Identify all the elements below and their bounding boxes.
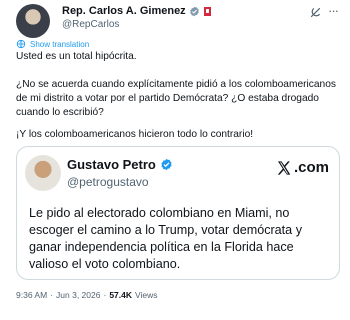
tweet-meta: 9:36 AM · Jun 3, 2026 · 57.4K Views: [16, 290, 158, 300]
views-label: Views: [135, 290, 158, 300]
author-avatar[interactable]: [16, 4, 50, 38]
tweet-header: Rep. Carlos A. Gimenez @RepCarlos ···: [16, 2, 342, 42]
tweet-paragraph: ¡Y los colomboamericanos hicieron todo l…: [16, 129, 254, 140]
quote-author-handle[interactable]: @petrogustavo: [67, 175, 149, 189]
show-translation-link[interactable]: Show translation: [16, 39, 89, 49]
globe-icon: [16, 39, 26, 49]
author-handle[interactable]: @RepCarlos: [62, 19, 119, 30]
show-translation-label: Show translation: [30, 39, 90, 49]
more-options-icon[interactable]: ···: [328, 4, 342, 19]
verified-badge-icon: [161, 158, 172, 171]
quote-author-name[interactable]: Gustavo Petro: [67, 157, 156, 172]
quote-author-avatar[interactable]: [25, 155, 61, 191]
quote-author-name-row: Gustavo Petro: [67, 157, 173, 172]
x-com-source: .com: [276, 159, 329, 176]
flag-icon: [203, 6, 211, 16]
quote-text: Le pido al electorado colombiano en Miam…: [29, 206, 302, 271]
quoted-tweet-card[interactable]: Gustavo Petro @petrogustavo .com Le pido…: [16, 146, 340, 280]
meta-separator: ·: [103, 290, 107, 300]
author-name-row: Rep. Carlos A. Gimenez: [62, 5, 211, 17]
tweet-paragraph: ¿No se acuerda cuando explícitamente pid…: [16, 79, 336, 118]
verified-badge-icon: [189, 6, 199, 16]
tweet-time[interactable]: 9:36 AM: [16, 290, 47, 300]
author-name[interactable]: Rep. Carlos A. Gimenez: [62, 5, 186, 17]
tweet-date[interactable]: Jun 3, 2026: [56, 290, 100, 300]
x-com-label: .com: [293, 159, 329, 176]
tweet-paragraph: Usted es un total hipócrita.: [16, 51, 137, 62]
grok-icon[interactable]: [309, 6, 322, 19]
views-count: 57.4K: [109, 290, 132, 300]
x-logo-icon: [277, 160, 291, 175]
meta-separator: ·: [50, 290, 54, 300]
